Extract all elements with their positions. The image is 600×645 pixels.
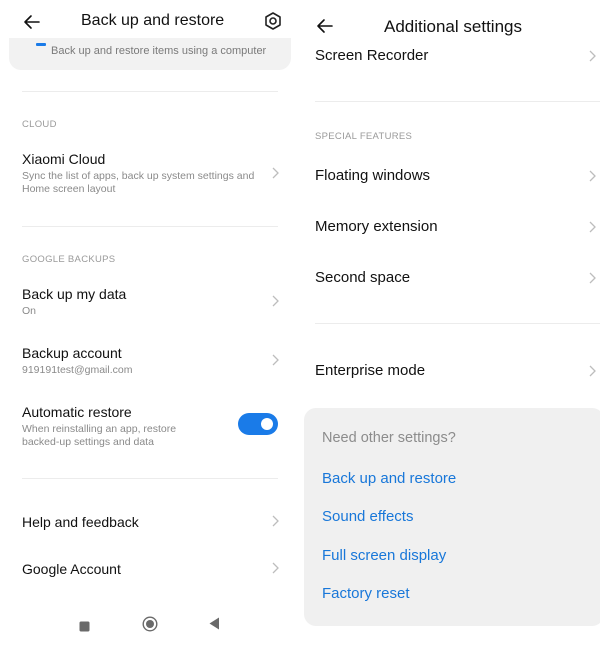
item-title: Back up my data [22,286,127,302]
need-other-settings-title: Need other settings? [322,430,456,446]
link-back-up-and-restore[interactable]: Back up and restore [322,470,456,487]
divider [315,323,600,324]
link-full-screen-display[interactable]: Full screen display [322,547,446,564]
header: Additional settings [300,0,600,44]
triangle-back-icon[interactable] [209,617,220,635]
list-item-xiaomi-cloud[interactable]: Xiaomi Cloud Sync the list of apps, back… [22,151,278,196]
chevron-right-icon [587,271,597,285]
chevron-right-icon [270,561,280,575]
list-item-second-space[interactable]: Second space [315,269,585,286]
item-title: Enterprise mode [315,362,426,379]
square-icon[interactable] [79,619,90,637]
list-item-help-and-feedback[interactable]: Help and feedback [22,514,278,530]
page-title: Back up and restore [81,12,225,29]
divider [22,226,278,227]
backup-computer-subtitle: Back up and restore items using a comput… [51,45,267,57]
arrow-left-icon[interactable] [315,16,335,36]
item-title: Automatic restore [22,404,132,420]
item-title: Backup account [22,345,122,361]
list-item-automatic-restore: Automatic restore When reinstalling an a… [22,404,222,449]
divider [22,478,278,479]
item-title: Help and feedback [22,514,139,530]
list-item-memory-extension[interactable]: Memory extension [315,218,585,235]
section-label-special-features: SPECIAL FEATURES [315,131,413,142]
list-item-floating-windows[interactable]: Floating windows [315,167,585,184]
item-subtitle: Sync the list of apps, back up system se… [22,170,255,195]
chevron-right-icon [587,169,597,183]
item-title: Memory extension [315,218,438,235]
divider [315,101,600,102]
header: Back up and restore [0,0,300,38]
list-item-google-account[interactable]: Google Account [22,561,278,577]
list-item-screen-recorder[interactable]: Screen Recorder [315,47,585,64]
item-subtitle: 919191test@gmail.com [22,364,133,376]
list-item-backup-account[interactable]: Backup account 919191test@gmail.com [22,345,278,377]
chevron-right-icon [587,49,597,63]
item-title: Google Account [22,561,121,577]
gear-icon[interactable] [262,10,284,32]
item-title: Second space [315,269,411,286]
divider [22,91,278,92]
link-sound-effects[interactable]: Sound effects [322,508,413,525]
backup-restore-screen: Back up and restore items using a comput… [0,0,300,645]
computer-icon [36,43,46,46]
automatic-restore-toggle[interactable] [238,413,278,435]
chevron-right-icon [270,353,280,367]
chevron-right-icon [270,294,280,308]
arrow-left-icon[interactable] [22,12,42,32]
chevron-right-icon [270,514,280,528]
toggle-knob [261,418,273,430]
item-title: Screen Recorder [315,47,429,64]
section-label-google-backups: GOOGLE BACKUPS [22,254,116,265]
item-subtitle: On [22,305,37,317]
list-item-back-up-my-data[interactable]: Back up my data On [22,286,278,318]
additional-settings-screen: Additional settings Screen Recorder SPEC… [300,0,600,645]
item-title: Xiaomi Cloud [22,151,106,167]
chevron-right-icon [270,166,280,180]
need-other-settings-card: Need other settings? Back up and restore… [304,408,600,626]
section-label-cloud: CLOUD [22,119,57,130]
chevron-right-icon [587,364,597,378]
chevron-right-icon [587,220,597,234]
list-item-enterprise-mode[interactable]: Enterprise mode [315,362,585,379]
circle-icon[interactable] [142,616,158,637]
link-factory-reset[interactable]: Factory reset [322,585,410,602]
page-title: Additional settings [384,17,522,36]
item-title: Floating windows [315,167,431,184]
item-subtitle: When reinstalling an app, restore backed… [22,423,177,448]
